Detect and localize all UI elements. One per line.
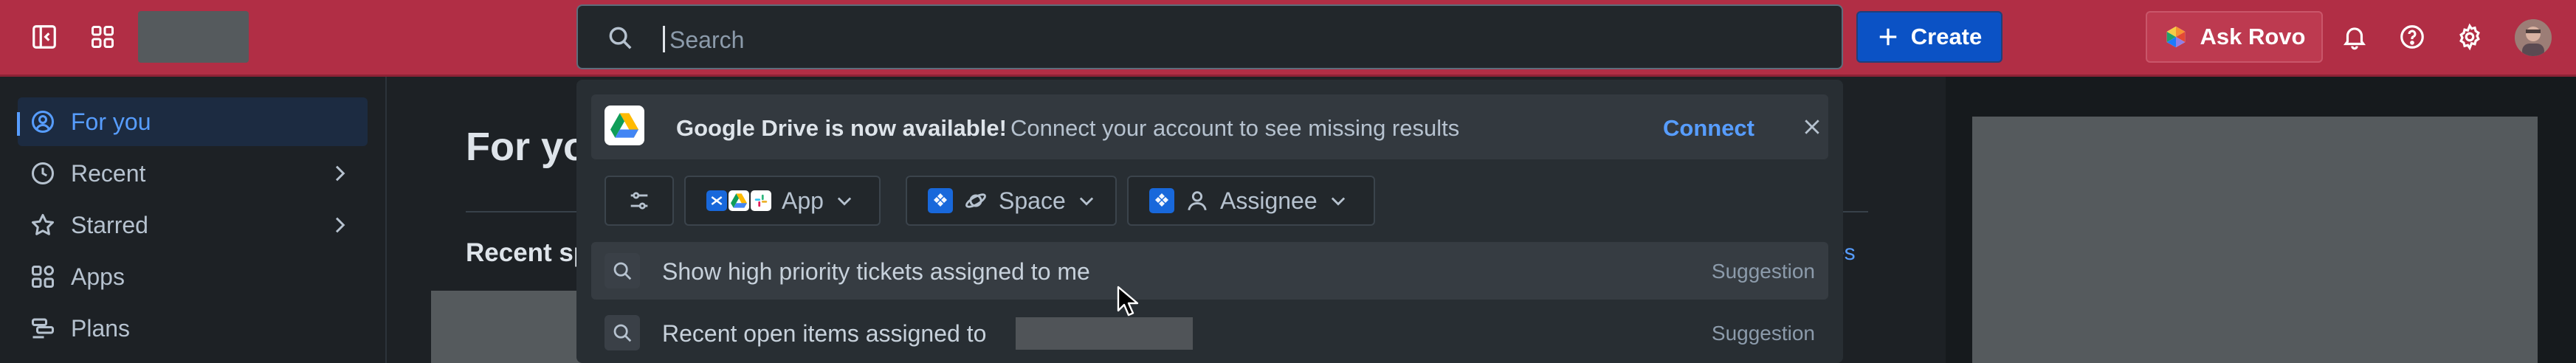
chevron-right-icon[interactable] xyxy=(328,162,351,185)
sliders-icon xyxy=(630,192,648,210)
sidebar-toggle-icon[interactable] xyxy=(24,16,65,58)
star-icon xyxy=(28,210,58,240)
rovo-icon xyxy=(2166,26,2185,48)
suggestion-text: Show high priority tickets assigned to m… xyxy=(662,258,1090,285)
sidebar-item-label: Starred xyxy=(71,211,148,238)
suggestion-item[interactable]: Recent open items assigned to Suggestion xyxy=(591,304,1828,362)
chevron-right-icon[interactable] xyxy=(328,213,351,237)
app-filter-dropdown[interactable]: App xyxy=(684,176,881,226)
sidebar-item-label: Recent xyxy=(71,159,146,187)
clock-icon xyxy=(28,159,58,188)
help-icon[interactable] xyxy=(2391,16,2433,58)
sidebar-item-label: Apps xyxy=(71,263,125,290)
app-logos-icon xyxy=(706,190,771,211)
suggestion-item[interactable]: Show high priority tickets assigned to m… xyxy=(591,242,1828,300)
plus-icon xyxy=(1879,28,1896,46)
close-icon[interactable] xyxy=(1797,112,1827,142)
assignee-filter-dropdown[interactable]: Assignee xyxy=(1127,176,1375,226)
sidebar-item-apps[interactable]: Apps xyxy=(18,252,368,301)
apps-icon xyxy=(28,262,58,291)
search-placeholder: Search xyxy=(669,27,745,53)
create-button[interactable]: Create xyxy=(1856,11,2002,63)
google-drive-icon xyxy=(605,106,644,145)
app-filter-label: App xyxy=(782,187,824,214)
text-caret xyxy=(663,26,665,52)
search-icon xyxy=(605,315,640,350)
sidebar-item-recent[interactable]: Recent xyxy=(18,149,368,198)
user-circle-icon xyxy=(28,107,58,136)
user-avatar[interactable] xyxy=(2515,19,2552,56)
suggestion-tag: Suggestion xyxy=(1711,322,1815,345)
assignee-filter-label: Assignee xyxy=(1220,187,1318,214)
sidebar-item-starred[interactable]: Starred xyxy=(18,201,368,249)
page-title: For yo xyxy=(466,125,588,169)
settings-gear-icon[interactable] xyxy=(2449,16,2490,58)
mouse-cursor-icon xyxy=(1117,286,1139,318)
sidebar-item-label: Plans xyxy=(71,314,131,342)
filter-settings-button[interactable] xyxy=(605,176,674,226)
sidebar-item-for-you[interactable]: For you xyxy=(18,97,368,146)
sidebar: For you Recent Starred Apps Plans xyxy=(0,77,387,363)
planet-icon xyxy=(965,193,986,208)
notifications-bell-icon[interactable] xyxy=(2334,16,2375,58)
jira-icon xyxy=(1149,188,1174,213)
space-filter-dropdown[interactable]: Space xyxy=(906,176,1117,226)
chevron-down-icon xyxy=(1079,197,1093,206)
top-navigation-bar: Search Create Ask Rovo xyxy=(0,0,2576,77)
search-input[interactable]: Search xyxy=(576,4,1843,69)
section-heading: Recent sp xyxy=(466,238,590,267)
ask-rovo-button[interactable]: Ask Rovo xyxy=(2146,11,2323,63)
create-button-label: Create xyxy=(1910,24,1983,49)
plans-icon xyxy=(28,314,58,343)
banner-text: Connect your account to see missing resu… xyxy=(1010,115,1460,141)
redacted-panel-content xyxy=(1972,117,2538,363)
redacted-logo[interactable] xyxy=(138,11,249,63)
app-switcher-icon[interactable] xyxy=(82,16,123,58)
chevron-down-icon xyxy=(837,197,852,206)
person-icon xyxy=(1188,191,1207,211)
redacted-name xyxy=(1016,317,1193,350)
suggestion-tag: Suggestion xyxy=(1711,260,1815,283)
search-dropdown: Google Drive is now available! Connect y… xyxy=(576,80,1843,363)
sidebar-item-plans[interactable]: Plans xyxy=(18,304,368,353)
sidebar-item-label: For you xyxy=(71,108,151,135)
suggestion-text: Recent open items assigned to xyxy=(662,320,987,347)
banner-title: Google Drive is now available! xyxy=(676,115,1007,141)
search-icon xyxy=(606,24,634,52)
google-drive-banner: Google Drive is now available! Connect y… xyxy=(591,94,1828,159)
ask-rovo-label: Ask Rovo xyxy=(2200,24,2306,49)
search-icon xyxy=(605,253,640,288)
chevron-down-icon xyxy=(1331,197,1345,206)
jira-icon xyxy=(928,188,953,213)
active-indicator xyxy=(17,112,20,136)
connect-link[interactable]: Connect xyxy=(1663,115,1754,142)
space-filter-label: Space xyxy=(999,187,1066,214)
